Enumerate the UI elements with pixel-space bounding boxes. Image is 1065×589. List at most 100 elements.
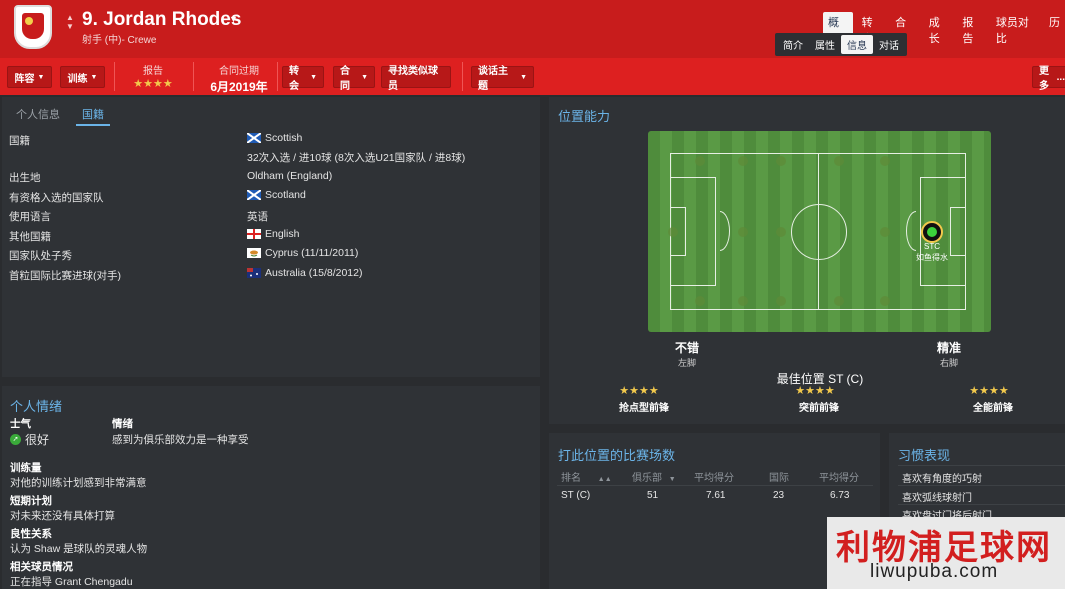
chevron-down-icon: ▼ [37,73,45,81]
divider [277,62,278,91]
more-label: 更多 [1039,66,1049,92]
shortterm-value: 对未来还没有具体打算 [10,510,115,522]
right-goal-box [950,207,966,256]
player-header: ▲▼ 9. Jordan Rhodes ▼ 射手 (中)- Crewe 概况 转… [0,0,1065,58]
training-label: 训练量 [10,462,42,474]
player-switch-arrows[interactable]: ▲ ▼ [66,13,74,31]
position-dot [695,296,705,306]
contract-info: 合同过期 6月2019年 [203,62,275,95]
left-foot-rating: 不错 [674,341,699,355]
relation-value: 认为 Shaw 是球队的灵魂人物 [10,543,148,555]
marker-pos-label: STC [924,242,940,251]
nat-value-eligible: Scotland [246,189,306,201]
transfer-button[interactable]: 转会 ▼ [282,66,324,92]
nat-value-birthplace: Oldham (England) [247,170,333,182]
more-ellipsis: ... [1056,71,1065,83]
nat-label-other: 其他国籍 [9,231,51,243]
divider [462,62,463,91]
morale-value: 很好 [25,433,50,447]
nat-value-text: Australia (15/8/2012) [265,267,363,279]
tab-personal-info[interactable]: 个人信息 [10,104,66,126]
nat-value-first-goal: Australia (15/8/2012) [247,267,362,279]
club-crest-icon [14,5,52,49]
nat-label-nationality: 国籍 [9,135,30,147]
sort-desc-icon: ▼ [668,476,676,483]
contract-label: 合同 [340,66,350,92]
tab-nationality[interactable]: 国籍 [76,104,110,126]
morale-up-icon: ➚ [10,434,21,445]
player-position-club: 射手 (中)- Crewe [82,35,157,46]
position-dot [668,227,678,237]
position-dot [738,156,748,166]
subnav-profile[interactable]: 简介 [777,35,809,54]
chevron-down-icon: ▼ [90,73,98,81]
shortterm-label: 短期计划 [10,495,52,507]
col-club-label: 俱乐部 [632,473,662,484]
report-stars: ★★★★ [133,78,173,90]
more-button[interactable]: 更多... [1032,66,1065,92]
squad-button[interactable]: 阵容 ▼ [7,66,52,88]
col-intl[interactable]: 国际 [769,469,789,484]
related-value: 正在指导 Grant Chengadu [10,576,133,588]
table-divider [557,485,873,486]
appearances-title: 打此位置的比赛场数 [558,448,676,463]
nat-value-text: Scottish [265,132,303,144]
scotland-flag-icon [246,189,262,201]
report-info: 报告 ★★★★ [122,62,184,90]
position-dot [738,296,748,306]
col-avg-intl[interactable]: 平均得分 [819,469,859,484]
subnav-attributes[interactable]: 属性 [809,35,841,54]
col-rank[interactable]: 排名 ▲▲ [561,469,612,484]
marker-desc-label: 如鱼得水 [916,253,948,262]
morale-value-row: ➚ 很好 [10,431,49,448]
role-stars: ★★★★ [795,385,835,397]
morale-label: 士气 [10,418,31,430]
nat-value-nationality: Scottish [246,132,303,144]
divider [898,504,1065,505]
australia-flag-icon [247,268,261,278]
nav-history[interactable]: 历 [1044,12,1065,48]
player-menu-chevron-icon[interactable]: ▼ [229,14,238,24]
position-dot [880,156,890,166]
nat-label-debut: 国家队处子秀 [9,250,72,262]
emotion-label: 情绪 [112,418,133,430]
right-foot-label: 右脚 [939,358,958,368]
col-club[interactable]: 俱乐部 ▼ [632,469,676,484]
chevron-down-icon: ▼ [310,73,317,81]
nat-value-language: 英语 [247,211,268,223]
left-foot-label: 左脚 [677,358,696,368]
col-rank-label: 排名 [561,473,581,484]
talk-button[interactable]: 谈话主题 ▼ [471,66,534,92]
player-position-marker[interactable] [921,221,943,243]
nat-value-other: English [247,228,299,240]
subnav-info[interactable]: 信息 [841,35,873,54]
personal-title: 个人情绪 [10,399,63,414]
england-flag-icon [247,229,261,239]
position-dot [834,296,844,306]
col-avg-club[interactable]: 平均得分 [694,469,734,484]
nav-report[interactable]: 报告 [957,12,987,48]
cell-intl-apps: 23 [773,490,785,501]
nat-value-text: Scotland [265,189,306,201]
nav-development[interactable]: 成长 [924,12,954,48]
player-name: 9. Jordan Rhodes [82,9,242,30]
find-similar-label: 寻找类似球员 [388,66,438,92]
position-dot [880,227,890,237]
squad-label: 阵容 [14,73,35,85]
nat-label-first-goal: 首粒国际比赛进球(对手) [9,270,121,282]
nat-label-birthplace: 出生地 [9,172,41,184]
subnav-dialogue[interactable]: 对话 [873,35,905,54]
position-dot [834,156,844,166]
transfer-label: 转会 [289,66,299,92]
scotland-flag-icon [246,132,262,144]
contract-button[interactable]: 合同 ▼ [333,66,375,92]
nav-compare[interactable]: 球员对比 [991,12,1040,48]
find-similar-button[interactable]: 寻找类似球员 [381,66,451,92]
habits-title: 习惯表现 [898,448,951,463]
divider [898,485,1065,486]
training-button[interactable]: 训练 ▼ [60,66,105,88]
cell-position: ST (C) [561,490,591,501]
chevron-down-icon: ▼ [361,73,368,81]
cell-club-apps: 51 [647,490,659,501]
divider [114,62,115,91]
